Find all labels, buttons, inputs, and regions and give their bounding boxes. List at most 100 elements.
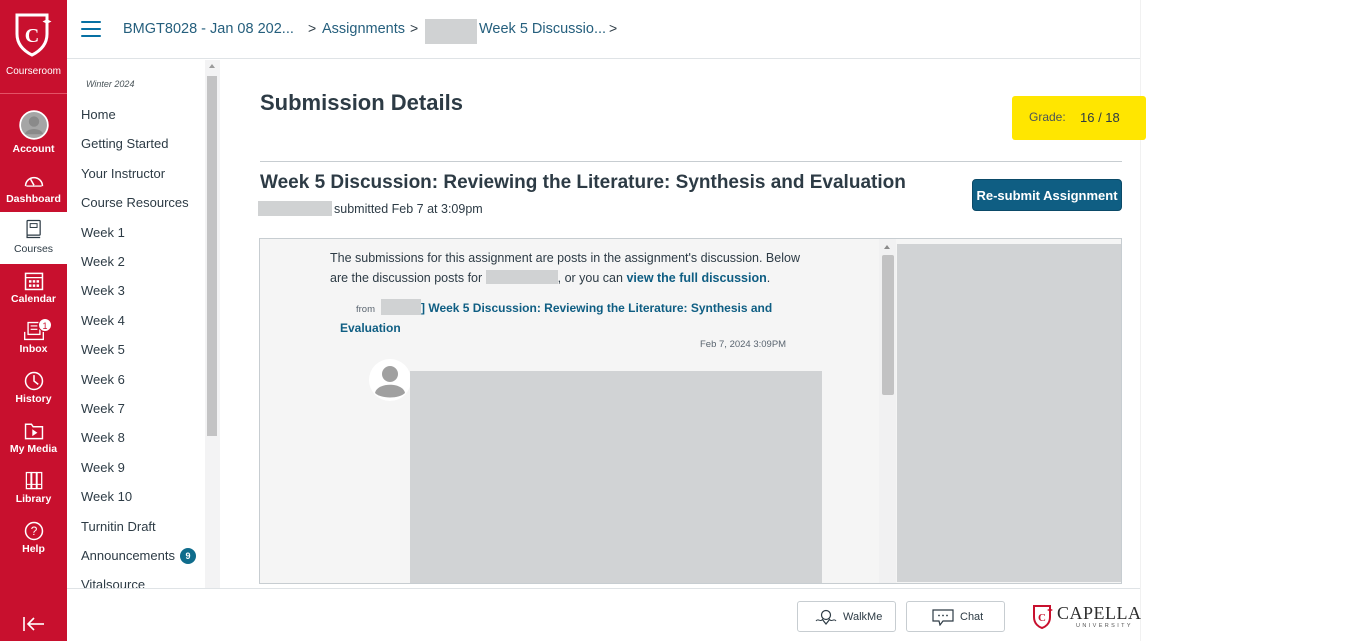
redacted-block xyxy=(485,270,558,284)
course-nav-course-resources[interactable]: Course Resources xyxy=(81,195,189,210)
global-nav-my-media[interactable]: My Media xyxy=(0,416,67,466)
library-books-icon xyxy=(25,471,42,490)
discussion-frame-scrollbar[interactable] xyxy=(879,239,896,583)
course-nav-home[interactable]: Home xyxy=(81,107,116,122)
global-nav-label: Inbox xyxy=(19,343,48,355)
view-full-discussion-link[interactable]: view the full discussion xyxy=(626,271,766,285)
walkme-button[interactable]: WalkMe xyxy=(797,601,896,632)
course-nav-week-1[interactable]: Week 1 xyxy=(81,225,125,240)
global-nav-courses[interactable]: Courses xyxy=(0,212,67,264)
grade-display: Grade: 16 / 18 xyxy=(1012,96,1146,140)
page-title: Submission Details xyxy=(260,90,463,115)
chat-label: Chat xyxy=(960,611,984,623)
scrollbar-thumb[interactable] xyxy=(207,76,217,436)
author-avatar[interactable] xyxy=(369,359,411,401)
global-nav-dashboard[interactable]: Dashboard xyxy=(0,166,67,216)
walkme-label: WalkMe xyxy=(843,611,883,623)
announcements-count-badge: 9 xyxy=(179,548,196,564)
intro-text: . xyxy=(766,271,771,285)
breadcrumb-separator: > xyxy=(410,20,419,36)
global-nav-calendar[interactable]: Calendar xyxy=(0,266,67,316)
courses-book-icon xyxy=(25,219,41,239)
course-nav-your-instructor[interactable]: Your Instructor xyxy=(81,166,165,181)
hamburger-menu-button[interactable] xyxy=(81,21,101,37)
account-avatar-icon xyxy=(18,110,49,140)
courseroom-logo-link[interactable]: C Courseroom xyxy=(0,0,67,94)
course-nav-week-5[interactable]: Week 5 xyxy=(81,342,125,357)
global-nav-library[interactable]: Library xyxy=(0,466,67,516)
inbox-unread-badge: 1 xyxy=(38,318,52,332)
history-clock-icon xyxy=(24,371,43,391)
course-term: Winter 2024 xyxy=(86,79,135,89)
capella-shield-icon: C xyxy=(1033,605,1053,630)
global-nav-history[interactable]: History xyxy=(0,366,67,416)
breadcrumb-separator: > xyxy=(308,20,317,36)
user-silhouette-icon xyxy=(375,366,405,398)
main-content: Submission Details Grade: 16 / 18 Week 5… xyxy=(220,60,1146,588)
brand-name: CAPELLA xyxy=(1057,603,1142,623)
svg-text:?: ? xyxy=(30,524,37,538)
course-nav-vitalsource[interactable]: Vitalsource xyxy=(81,577,145,588)
course-nav-week-4[interactable]: Week 4 xyxy=(81,313,125,328)
breadcrumb-assignments[interactable]: Assignments xyxy=(322,21,405,37)
grade-value: 16 / 18 xyxy=(1080,110,1120,125)
chat-bubble-icon xyxy=(932,609,954,626)
from-label: from xyxy=(356,304,375,315)
scroll-up-arrow-icon[interactable] xyxy=(209,64,215,68)
global-nav-inbox[interactable]: 1 Inbox xyxy=(0,316,67,366)
chat-button[interactable]: Chat xyxy=(906,601,1005,632)
courseroom-label: Courseroom xyxy=(5,66,62,77)
walkme-pin-icon xyxy=(815,609,837,625)
global-nav-help[interactable]: ? Help xyxy=(0,516,67,566)
scrollbar-thumb[interactable] xyxy=(882,255,894,395)
course-nav-label: Announcements xyxy=(81,548,175,563)
global-nav: C Courseroom Account Dashboard Courses C… xyxy=(0,0,67,641)
course-nav-week-6[interactable]: Week 6 xyxy=(81,372,125,387)
course-nav-announcements[interactable]: Announcements 9 xyxy=(81,548,196,564)
submission-info: submitted Feb 7 at 3:09pm xyxy=(258,201,483,216)
capella-shield-icon: C xyxy=(15,13,52,57)
course-nav-week-9[interactable]: Week 9 xyxy=(81,460,125,475)
redacted-block xyxy=(258,201,332,216)
help-question-icon: ? xyxy=(24,521,43,541)
discussion-preview-frame: The submissions for this assignment are … xyxy=(259,238,1122,584)
section-divider xyxy=(260,161,1122,162)
global-nav-label: Dashboard xyxy=(6,193,61,205)
global-nav-label: Library xyxy=(15,493,52,505)
intro-text: , or you can xyxy=(557,271,627,285)
global-nav-label: History xyxy=(15,393,52,405)
breadcrumb-bar: BMGT8028 - Jan 08 202... > Assignments >… xyxy=(67,0,1140,59)
breadcrumb-separator: > xyxy=(609,20,618,36)
collapse-arrow-icon[interactable] xyxy=(22,614,46,634)
course-nav-turnitin-draft[interactable]: Turnitin Draft xyxy=(81,519,156,534)
global-nav-account[interactable]: Account xyxy=(0,106,67,156)
course-nav-week-7[interactable]: Week 7 xyxy=(81,401,125,416)
course-nav-week-10[interactable]: Week 10 xyxy=(81,489,132,504)
course-nav-scrollbar[interactable] xyxy=(205,60,220,588)
post-timestamp: Feb 7, 2024 3:09PM xyxy=(700,339,787,350)
submitted-text: submitted Feb 7 at 3:09pm xyxy=(334,202,483,216)
calendar-icon xyxy=(24,272,43,291)
my-media-folder-icon xyxy=(24,423,43,440)
discussion-intro: The submissions for this assignment are … xyxy=(330,248,810,288)
grade-label: Grade: xyxy=(1029,110,1066,124)
redacted-block xyxy=(425,19,477,44)
resubmit-assignment-button[interactable]: Re-submit Assignment xyxy=(972,179,1122,211)
brand-subtitle: UNIVERSITY xyxy=(1076,623,1134,629)
course-nav-week-2[interactable]: Week 2 xyxy=(81,254,125,269)
redacted-post-body xyxy=(410,371,822,583)
breadcrumb-assignment[interactable]: Week 5 Discussio... xyxy=(479,21,606,37)
redacted-side-panel xyxy=(897,244,1121,582)
breadcrumb-course[interactable]: BMGT8028 - Jan 08 202... xyxy=(123,21,294,37)
post-source: from] Week 5 Discussion: Reviewing the L… xyxy=(340,299,780,338)
course-nav-getting-started[interactable]: Getting Started xyxy=(81,136,168,151)
redacted-block xyxy=(381,299,421,315)
course-nav-week-3[interactable]: Week 3 xyxy=(81,283,125,298)
course-nav-week-8[interactable]: Week 8 xyxy=(81,430,125,445)
svg-text:C: C xyxy=(1038,612,1046,624)
global-nav-label: Courses xyxy=(13,243,54,255)
global-nav-label: Calendar xyxy=(11,293,56,305)
capella-university-logo: C CAPELLA UNIVERSITY xyxy=(1032,603,1142,631)
assignment-title: Week 5 Discussion: Reviewing the Literat… xyxy=(260,172,906,193)
scroll-up-arrow-icon[interactable] xyxy=(884,245,890,249)
